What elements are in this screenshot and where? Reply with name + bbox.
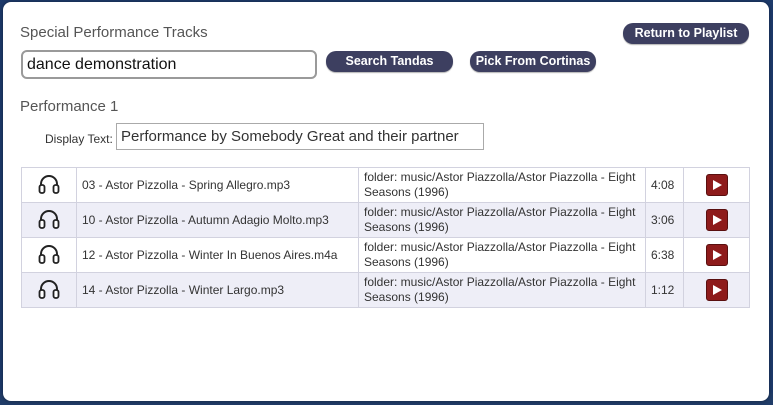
- track-folder: folder: music/Astor Piazzolla/Astor Piaz…: [358, 272, 646, 308]
- headphones-cell: [21, 272, 77, 308]
- play-icon[interactable]: [705, 244, 728, 266]
- track-filename: 14 - Astor Pizzolla - Winter Largo.mp3: [76, 272, 359, 308]
- play-icon[interactable]: [705, 209, 728, 231]
- performance-dialog: Special Performance Tracks Return to Pla…: [3, 2, 769, 401]
- track-folder: folder: music/Astor Piazzolla/Astor Piaz…: [358, 167, 646, 203]
- search-input[interactable]: [21, 50, 317, 79]
- track-duration: 6:38: [645, 237, 684, 273]
- headphones-cell: [21, 237, 77, 273]
- track-folder: folder: music/Astor Piazzolla/Astor Piaz…: [358, 237, 646, 273]
- play-icon[interactable]: [705, 279, 728, 301]
- play-cell: [683, 167, 750, 203]
- track-duration: 4:08: [645, 167, 684, 203]
- pick-from-cortinas-button[interactable]: Pick From Cortinas: [470, 51, 596, 72]
- performance-title: Performance 1: [20, 98, 119, 115]
- play-cell: [683, 202, 750, 238]
- track-row: 03 - Astor Pizzolla - Spring Allegro.mp3…: [21, 167, 750, 203]
- dialog-title: Special Performance Tracks: [20, 24, 208, 41]
- headphones-icon[interactable]: [38, 279, 60, 302]
- headphones-cell: [21, 202, 77, 238]
- play-cell: [683, 237, 750, 273]
- track-row: 12 - Astor Pizzolla - Winter In Buenos A…: [21, 237, 750, 273]
- search-tandas-button[interactable]: Search Tandas: [326, 51, 453, 72]
- tracks-table: 03 - Astor Pizzolla - Spring Allegro.mp3…: [21, 167, 750, 308]
- play-cell: [683, 272, 750, 308]
- headphones-icon[interactable]: [38, 209, 60, 232]
- track-row: 14 - Astor Pizzolla - Winter Largo.mp3 fo…: [21, 272, 750, 308]
- display-text-label: Display Text:: [45, 132, 113, 146]
- track-filename: 03 - Astor Pizzolla - Spring Allegro.mp3: [76, 167, 359, 203]
- track-row: 10 - Astor Pizzolla - Autumn Adagio Molt…: [21, 202, 750, 238]
- track-folder: folder: music/Astor Piazzolla/Astor Piaz…: [358, 202, 646, 238]
- return-to-playlist-button[interactable]: Return to Playlist: [623, 23, 749, 44]
- headphones-icon[interactable]: [38, 174, 60, 197]
- headphones-cell: [21, 167, 77, 203]
- headphones-icon[interactable]: [38, 244, 60, 267]
- play-icon[interactable]: [705, 174, 728, 196]
- track-duration: 3:06: [645, 202, 684, 238]
- track-duration: 1:12: [645, 272, 684, 308]
- display-text-input[interactable]: [116, 123, 484, 150]
- track-filename: 12 - Astor Pizzolla - Winter In Buenos A…: [76, 237, 359, 273]
- track-filename: 10 - Astor Pizzolla - Autumn Adagio Molt…: [76, 202, 359, 238]
